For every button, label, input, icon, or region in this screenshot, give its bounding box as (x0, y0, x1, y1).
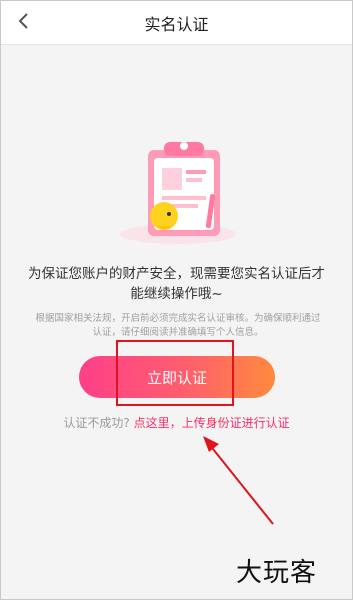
verification-failed-line: 认证不成功? 点这里，上传身份证进行认证 (0, 414, 353, 431)
watermark-logo: 大玩客 (236, 558, 318, 588)
verification-prompt: 为保证您账户的财产安全，现需要您实名认证后才能继续操作哦~ (28, 266, 325, 302)
nav-bar: 实名认证 (0, 0, 353, 45)
annotation-highlight-box (116, 340, 234, 406)
verification-failed-label: 认证不成功? (63, 416, 130, 430)
id-verification-illustration (120, 142, 236, 244)
page-title: 实名认证 (144, 15, 209, 34)
upload-id-link[interactable]: 点这里，上传身份证进行认证 (134, 416, 290, 430)
regulation-note: 根据国家相关法规，开启前必须完成实名认证审核。为确保顺利通过认证，请仔细阅读并准… (35, 313, 321, 338)
annotation-arrow (203, 436, 274, 525)
